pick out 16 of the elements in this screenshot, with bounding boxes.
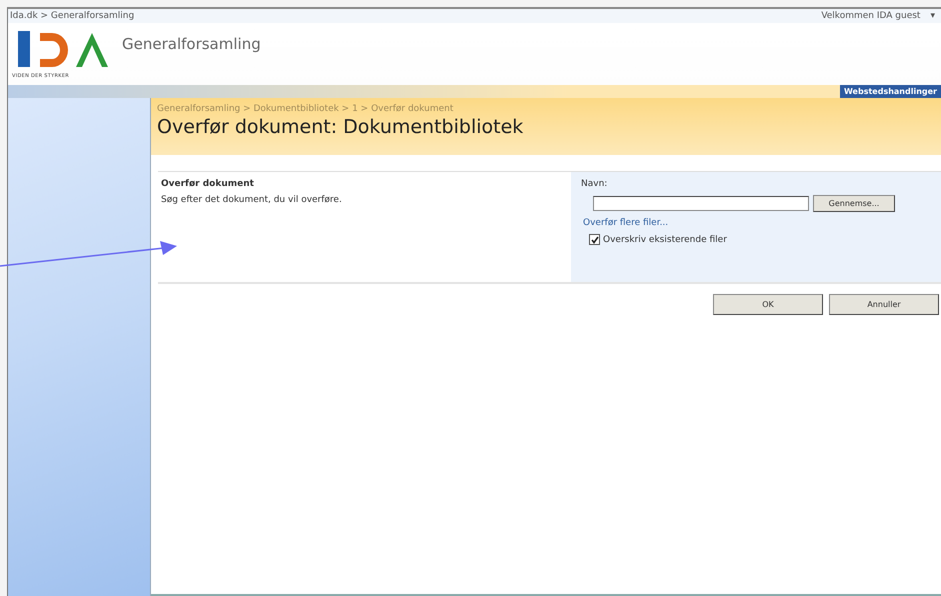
breadcrumb[interactable]: Ida.dk > Generalforsamling [10, 11, 134, 21]
upload-multiple-link[interactable]: Overfør flere filer... [581, 218, 931, 228]
section-title: Overfør dokument [161, 179, 255, 189]
overwrite-checkbox[interactable] [589, 234, 600, 245]
section-description: Søg efter det dokument, du vil overføre. [161, 195, 343, 205]
field-label: Navn: [581, 179, 608, 189]
browse-button[interactable]: Gennemse... [813, 195, 895, 212]
site-title[interactable]: Generalforsamling [122, 35, 261, 53]
caret-icon[interactable]: ▾ [930, 11, 935, 21]
page-title: Overfør dokument: Dokumentbibliotek [157, 116, 524, 138]
file-path-field[interactable] [593, 196, 809, 211]
checkbox-label: Overskriv eksisterende filer [603, 234, 727, 244]
welcome-menu[interactable]: Velkommen IDA guest [821, 11, 920, 21]
cancel-button[interactable]: Annuller [829, 294, 939, 315]
site-actions-button[interactable]: Webstedshandlinger [840, 85, 941, 98]
ok-button[interactable]: OK [713, 294, 823, 315]
